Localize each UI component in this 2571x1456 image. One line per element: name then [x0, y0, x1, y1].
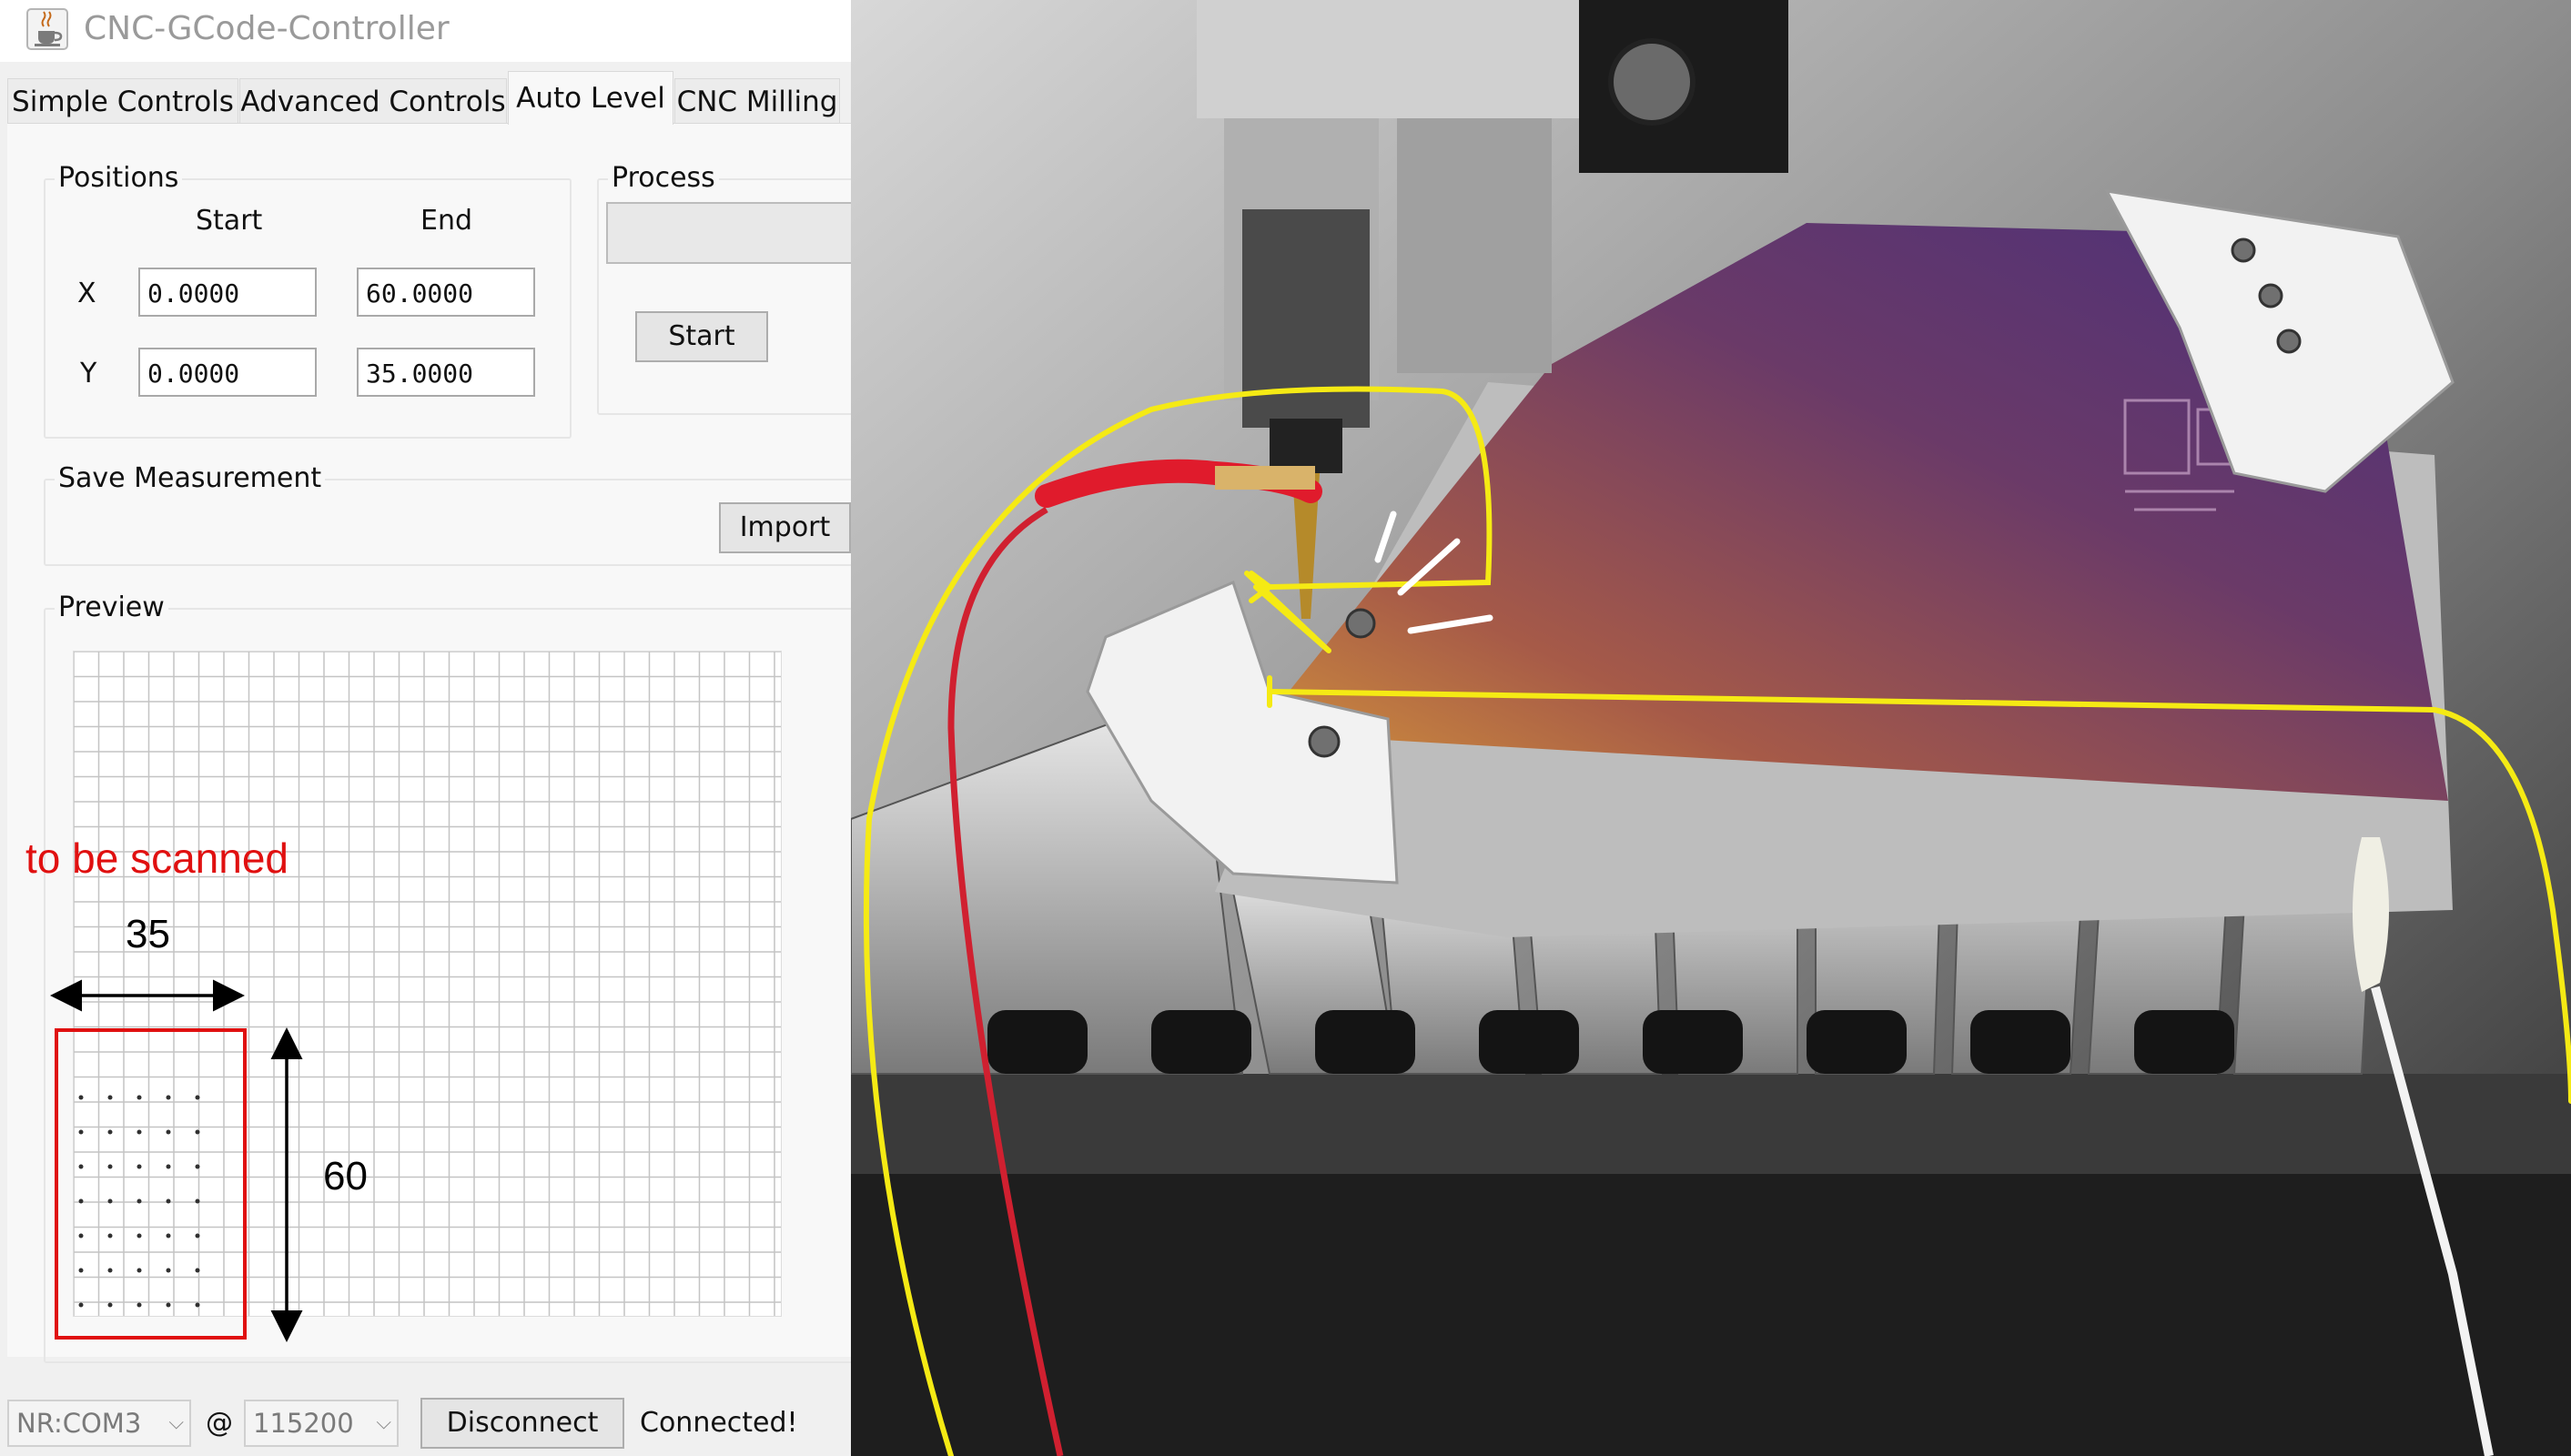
serial-port-value: NR:COM3 [16, 1408, 142, 1439]
serial-port-select[interactable]: NR:COM3 ⌵ [7, 1400, 191, 1447]
chevron-down-icon: ⌵ [168, 1411, 184, 1434]
at-separator: @ [206, 1407, 233, 1439]
cnc-setup-photo [851, 0, 2571, 1456]
tab-auto-level[interactable]: Auto Level [508, 71, 673, 125]
scan-area-overlay [50, 979, 303, 1342]
disconnect-button[interactable]: Disconnect [420, 1398, 624, 1449]
scan-area-box [55, 1028, 247, 1340]
baud-rate-value: 115200 [253, 1408, 354, 1439]
baud-rate-select[interactable]: 115200 ⌵ [244, 1400, 399, 1447]
app-window: CNC-GCode-Controller Simple Controls Adv… [0, 0, 851, 1456]
chevron-down-icon: ⌵ [376, 1411, 391, 1434]
connection-status: Connected! [640, 1407, 798, 1439]
